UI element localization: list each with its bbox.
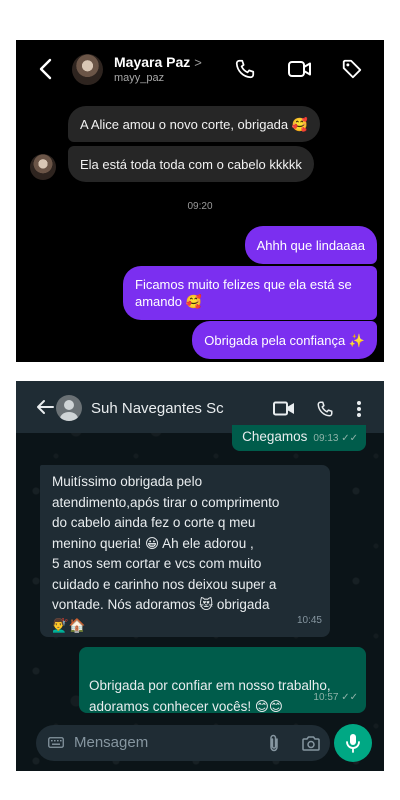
phone-icon[interactable] bbox=[234, 58, 256, 80]
tag-icon[interactable] bbox=[341, 58, 363, 80]
more-options-icon[interactable] bbox=[356, 400, 362, 418]
instagram-chat-screenshot: Mayara Paz > mayy_paz A Alice amou o novo… bbox=[16, 40, 384, 362]
message-time: 09:13 ✓✓ bbox=[313, 433, 358, 444]
outgoing-message[interactable]: Chegamos 09:13 ✓✓ bbox=[232, 425, 366, 451]
sender-avatar bbox=[30, 154, 56, 180]
contact-name-row[interactable]: Mayara Paz > bbox=[114, 54, 202, 70]
contact-avatar[interactable] bbox=[72, 54, 103, 85]
message-text: Muitíssimo obrigada pelo atendimento,apó… bbox=[52, 474, 280, 633]
incoming-message[interactable]: A Alice amou o novo corte, obrigada 🥰 bbox=[68, 106, 320, 142]
contact-avatar[interactable] bbox=[56, 395, 82, 421]
attach-icon[interactable] bbox=[268, 734, 280, 752]
outgoing-message[interactable]: Ahhh que lindaaaa bbox=[244, 226, 377, 264]
phone-icon[interactable] bbox=[316, 400, 334, 418]
camera-icon[interactable] bbox=[302, 735, 320, 751]
message-time: 10:57 ✓✓ bbox=[313, 692, 358, 703]
read-ticks-icon: ✓✓ bbox=[341, 692, 358, 703]
mic-button[interactable] bbox=[334, 724, 372, 762]
microphone-icon bbox=[346, 734, 360, 753]
outgoing-message[interactable]: Obrigada pela confiança ✨ bbox=[192, 321, 377, 359]
default-avatar-icon bbox=[60, 400, 78, 421]
video-camera-icon[interactable] bbox=[287, 59, 313, 79]
instagram-header: Mayara Paz > mayy_paz bbox=[16, 40, 384, 98]
outgoing-message[interactable]: Obrigada por confiar em nosso trabalho, … bbox=[79, 647, 366, 714]
message-input[interactable]: Mensagem bbox=[36, 725, 330, 761]
message-time: 10:45 bbox=[296, 614, 322, 626]
time-separator: 09:20 bbox=[187, 201, 213, 212]
back-arrow-icon[interactable] bbox=[36, 58, 56, 80]
whatsapp-chat-screenshot: Suh Navegantes Sc Chegamos 09:13 ✓✓ Muití… bbox=[16, 381, 384, 771]
back-arrow-icon[interactable] bbox=[36, 399, 54, 415]
read-ticks-icon: ✓✓ bbox=[341, 433, 358, 444]
outgoing-message[interactable]: Ficamos muito felizes que ela está se am… bbox=[123, 266, 377, 320]
message-text: Chegamos bbox=[242, 429, 308, 444]
incoming-message[interactable]: Ela está toda toda com o cabelo kkkkk bbox=[68, 146, 314, 182]
chevron-right-icon: > bbox=[194, 55, 202, 70]
incoming-message[interactable]: Muitíssimo obrigada pelo atendimento,apó… bbox=[40, 465, 330, 637]
video-call-icon[interactable] bbox=[273, 401, 295, 416]
message-text: Obrigada por confiar em nosso trabalho, … bbox=[89, 678, 331, 714]
contact-username: mayy_paz bbox=[114, 72, 165, 84]
contact-name[interactable]: Suh Navegantes Sc bbox=[91, 400, 224, 417]
message-placeholder: Mensagem bbox=[74, 734, 149, 751]
keyboard-icon[interactable] bbox=[48, 737, 64, 748]
contact-name: Mayara Paz bbox=[114, 54, 191, 70]
